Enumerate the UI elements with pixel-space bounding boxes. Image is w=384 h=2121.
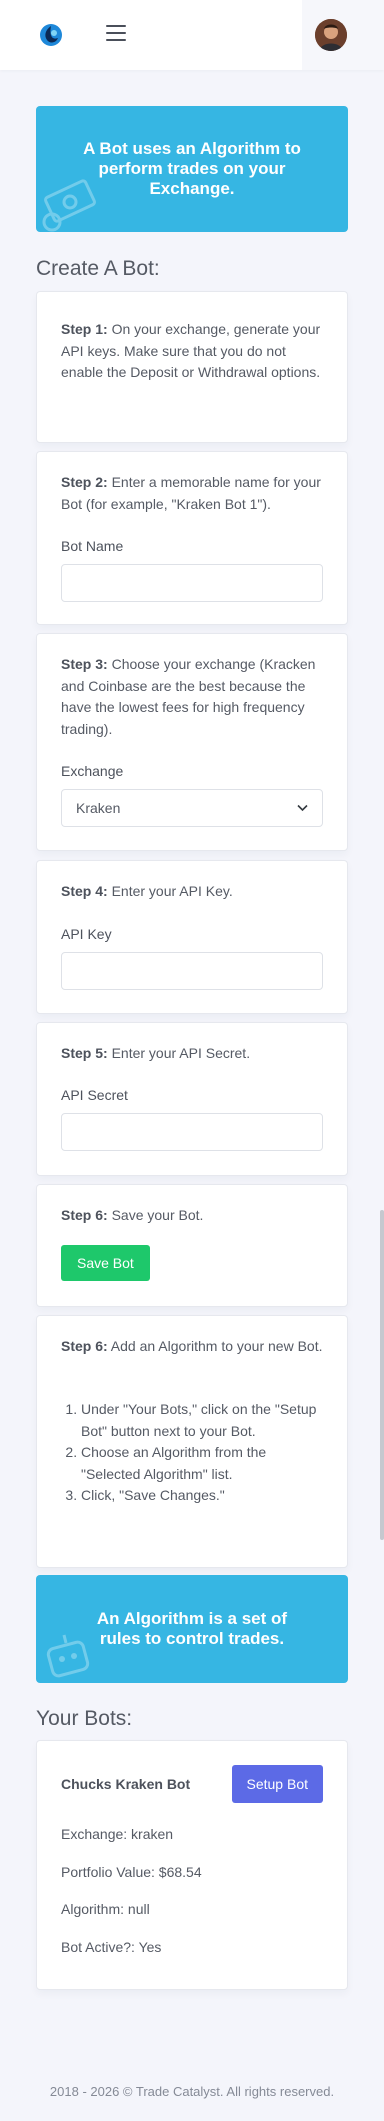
droplet-logo-icon[interactable] [38,22,64,48]
bot-name-label: Bot Name [61,538,124,554]
step-algorithm-text: Step 6: Add an Algorithm to your new Bot… [61,1336,323,1358]
bot-algorithm: Algorithm: null [61,1901,150,1917]
step-3-card: Step 3: Choose your exchange (Kracken an… [36,633,348,851]
step-6-text: Step 6: Save your Bot. [61,1205,323,1227]
hamburger-menu-icon[interactable] [106,25,126,43]
bot-info-banner: A Bot uses an Algorithm to perform trade… [36,106,348,232]
step-5-text: Step 5: Enter your API Secret. [61,1043,323,1065]
setup-bot-button[interactable]: Setup Bot [231,1765,323,1803]
api-key-label: API Key [61,926,112,942]
your-bots-title: Your Bots: [36,1707,133,1730]
exchange-label: Exchange [61,763,124,779]
step-2-card: Step 2: Enter a memorable name for your … [36,451,348,625]
api-secret-label: API Secret [61,1087,128,1103]
algorithm-instructions-list: Under "Your Bots," click on the "Setup B… [81,1399,327,1507]
chevron-down-icon [297,804,308,812]
list-item: Choose an Algorithm from the "Selected A… [81,1442,327,1485]
bot-exchange: Exchange: kraken [61,1826,174,1842]
bot-info-text: A Bot uses an Algorithm to perform trade… [83,139,301,198]
step-1-label: Step 1: [61,321,108,337]
algorithm-info-text: An Algorithm is a set of rules to contro… [96,1609,288,1648]
step-6-description: Save your Bot. [107,1207,204,1223]
user-menu[interactable] [302,0,384,70]
create-bot-title: Create A Bot: [36,257,160,280]
step-5-description: Enter your API Secret. [107,1045,251,1061]
step-3-text: Step 3: Choose your exchange (Kracken an… [61,654,323,740]
step-algorithm-label: Step 6: [61,1338,108,1354]
bot-portfolio-value: Portfolio Value: $68.54 [61,1864,202,1880]
step-6-label: Step 6: [61,1207,108,1223]
step-6-card: Step 6: Save your Bot. Save Bot [36,1184,348,1307]
step-3-label: Step 3: [61,656,108,672]
step-2-text: Step 2: Enter a memorable name for your … [61,472,323,515]
bot-name-input[interactable] [61,564,323,602]
exchange-selected-value: Kraken [76,800,121,816]
step-5-card: Step 5: Enter your API Secret. API Secre… [36,1022,348,1176]
api-key-input[interactable] [61,952,323,990]
list-item: Click, "Save Changes." [81,1485,327,1507]
step-algorithm-card: Step 6: Add an Algorithm to your new Bot… [36,1315,348,1568]
exchange-select[interactable]: Kraken [61,789,323,827]
save-bot-button[interactable]: Save Bot [61,1245,150,1281]
step-5-label: Step 5: [61,1045,108,1061]
step-4-text: Step 4: Enter your API Key. [61,881,323,903]
api-secret-input[interactable] [61,1113,323,1151]
step-4-label: Step 4: [61,883,108,899]
list-item: Under "Your Bots," click on the "Setup B… [81,1399,327,1442]
bot-active-status: Bot Active?: Yes [61,1939,162,1955]
algorithm-info-banner: An Algorithm is a set of rules to contro… [36,1575,348,1683]
step-1-card: Step 1: On your exchange, generate your … [36,291,348,443]
step-1-text: Step 1: On your exchange, generate your … [61,319,323,384]
user-avatar[interactable] [315,19,347,51]
step-algorithm-description: Add an Algorithm to your new Bot. [107,1338,323,1354]
bot-name: Chucks Kraken Bot [61,1776,191,1792]
step-2-label: Step 2: [61,474,108,490]
page-scrollbar[interactable] [380,1210,384,1540]
footer-copyright: 2018 - 2026 © Trade Catalyst. All rights… [49,2084,335,2099]
top-navbar [0,0,384,70]
step-4-card: Step 4: Enter your API Key. API Key [36,860,348,1014]
step-4-description: Enter your API Key. [107,883,233,899]
bot-card: Chucks Kraken Bot Setup Bot Exchange: kr… [36,1740,348,1990]
